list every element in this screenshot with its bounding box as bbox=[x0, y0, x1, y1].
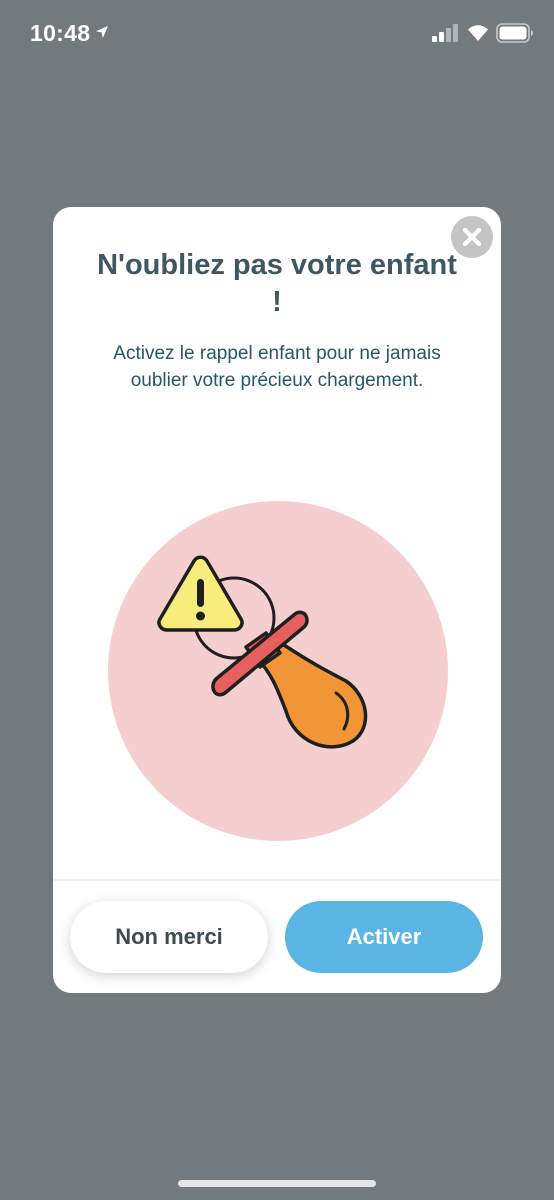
non-merci-button[interactable]: Non merci bbox=[70, 901, 268, 973]
home-indicator[interactable] bbox=[178, 1180, 376, 1187]
reminder-modal: N'oubliez pas votre enfant ! Activez le … bbox=[53, 207, 501, 993]
wifi-icon bbox=[468, 25, 488, 41]
footer-divider bbox=[53, 879, 501, 881]
status-time: 10:48 bbox=[30, 20, 91, 46]
modal-title: N'oubliez pas votre enfant ! bbox=[97, 249, 457, 318]
pacifier-warning-icon bbox=[108, 501, 448, 841]
status-bar: 10:48 bbox=[0, 0, 554, 66]
modal-message: Activez le rappel enfant pour ne jamais … bbox=[113, 343, 441, 391]
battery-icon bbox=[496, 23, 533, 43]
activer-button[interactable]: Activer bbox=[285, 901, 483, 973]
location-arrow-icon bbox=[96, 26, 108, 38]
cellular-signal-icon bbox=[432, 24, 458, 42]
